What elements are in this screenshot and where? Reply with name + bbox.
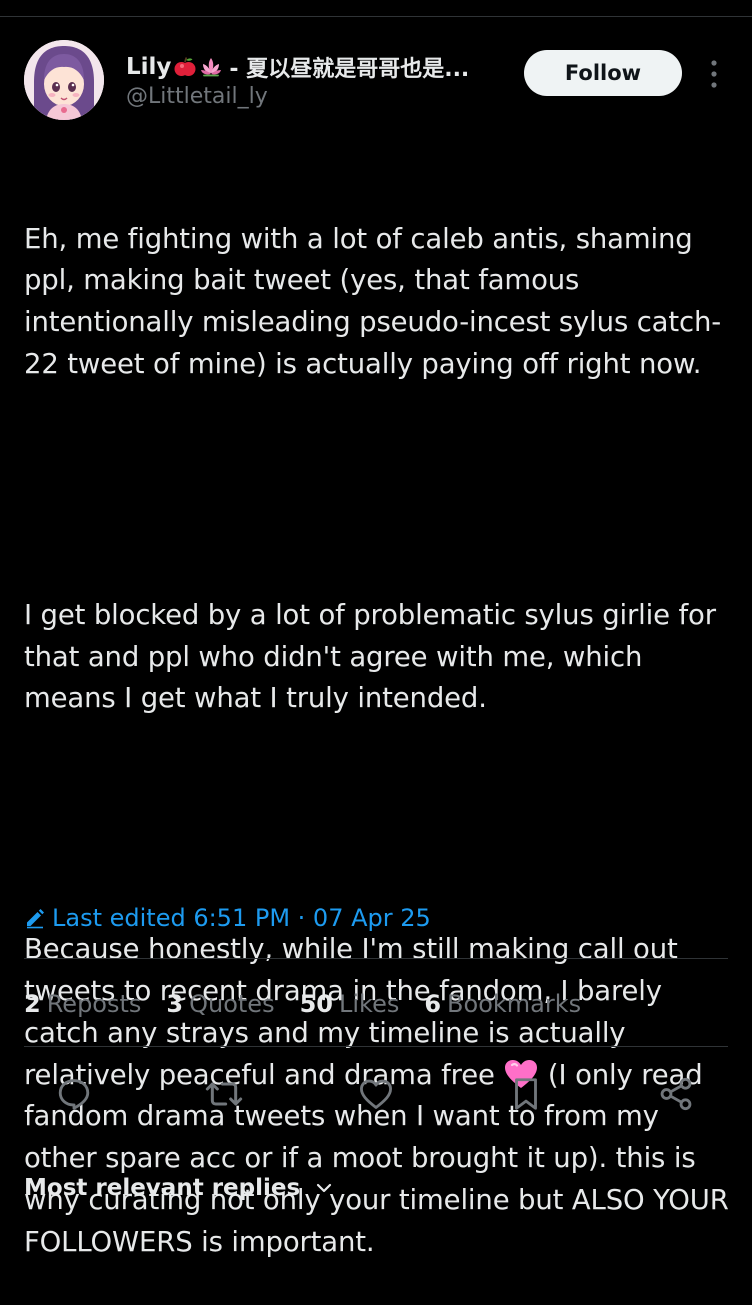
replies-sort-label: Most relevant replies <box>24 1175 301 1201</box>
quotes-label: Quotes <box>189 990 275 1018</box>
bookmark-button[interactable] <box>506 1074 546 1114</box>
share-icon <box>660 1077 692 1111</box>
pencil-icon <box>27 909 44 929</box>
top-divider <box>0 16 752 17</box>
tweet-text: Eh, me fighting with a lot of caleb anti… <box>24 135 732 1305</box>
reposts-count: 2 <box>24 990 41 1018</box>
avatar-illustration <box>24 40 104 120</box>
reply-icon <box>58 1079 90 1110</box>
like-button[interactable] <box>356 1074 396 1114</box>
reply-button[interactable] <box>54 1074 94 1114</box>
last-edited-text[interactable]: Last edited 6:51 PM · 07 Apr 25 <box>52 904 431 932</box>
divider <box>24 1046 728 1047</box>
reposts-stat[interactable]: 2 Reposts <box>24 990 141 1018</box>
repost-button[interactable] <box>204 1074 244 1114</box>
share-button[interactable] <box>656 1074 696 1114</box>
quotes-count: 3 <box>166 990 184 1018</box>
tweet-header: Lily - 夏以昼就是哥哥也是... @Littletail_ly Follo… <box>24 40 728 120</box>
apple-emoji-icon <box>173 55 197 79</box>
display-name-suffix[interactable]: - 夏以昼就是哥哥也是... <box>229 52 469 82</box>
tweet-paragraph: I get blocked by a lot of problematic sy… <box>24 598 725 715</box>
bookmark-icon <box>515 1078 537 1110</box>
last-edited-link[interactable]: Last edited 6:51 PM · 07 Apr 25 <box>24 900 431 936</box>
author-names: Lily - 夏以昼就是哥哥也是... @Littletail_ly <box>126 52 506 109</box>
author-handle[interactable]: @Littletail_ly <box>126 84 506 109</box>
chevron-down-icon <box>317 1183 332 1193</box>
likes-label: Likes <box>338 990 400 1018</box>
bookmarks-count: 6 <box>424 990 442 1018</box>
avatar[interactable] <box>24 40 104 120</box>
quotes-stat[interactable]: 3 Quotes <box>166 990 274 1018</box>
repost-icon <box>205 1082 243 1106</box>
paragraph-spacer <box>24 469 732 511</box>
bookmarks-stat[interactable]: 6 Bookmarks <box>424 990 581 1018</box>
replies-sort-dropdown[interactable]: Most relevant replies <box>24 1168 334 1208</box>
tweet-actions <box>24 1066 728 1122</box>
more-vertical-icon <box>711 60 717 88</box>
tweet-paragraph: Eh, me fighting with a lot of caleb anti… <box>24 222 722 380</box>
reposts-label: Reposts <box>46 990 142 1018</box>
display-name[interactable]: Lily <box>126 54 171 80</box>
lotus-emoji-icon <box>199 55 223 79</box>
display-name-row[interactable]: Lily - 夏以昼就是哥哥也是... <box>126 52 506 82</box>
more-options-button[interactable] <box>702 56 726 92</box>
like-icon <box>360 1079 392 1109</box>
paragraph-spacer <box>24 804 732 846</box>
divider <box>24 958 728 959</box>
likes-stat[interactable]: 50 Likes <box>300 990 400 1018</box>
bookmarks-label: Bookmarks <box>447 990 582 1018</box>
engagement-stats: 2 Reposts 3 Quotes 50 Likes 6 Bookmarks <box>24 986 606 1022</box>
likes-count: 50 <box>299 990 333 1018</box>
follow-button[interactable]: Follow <box>524 50 682 96</box>
